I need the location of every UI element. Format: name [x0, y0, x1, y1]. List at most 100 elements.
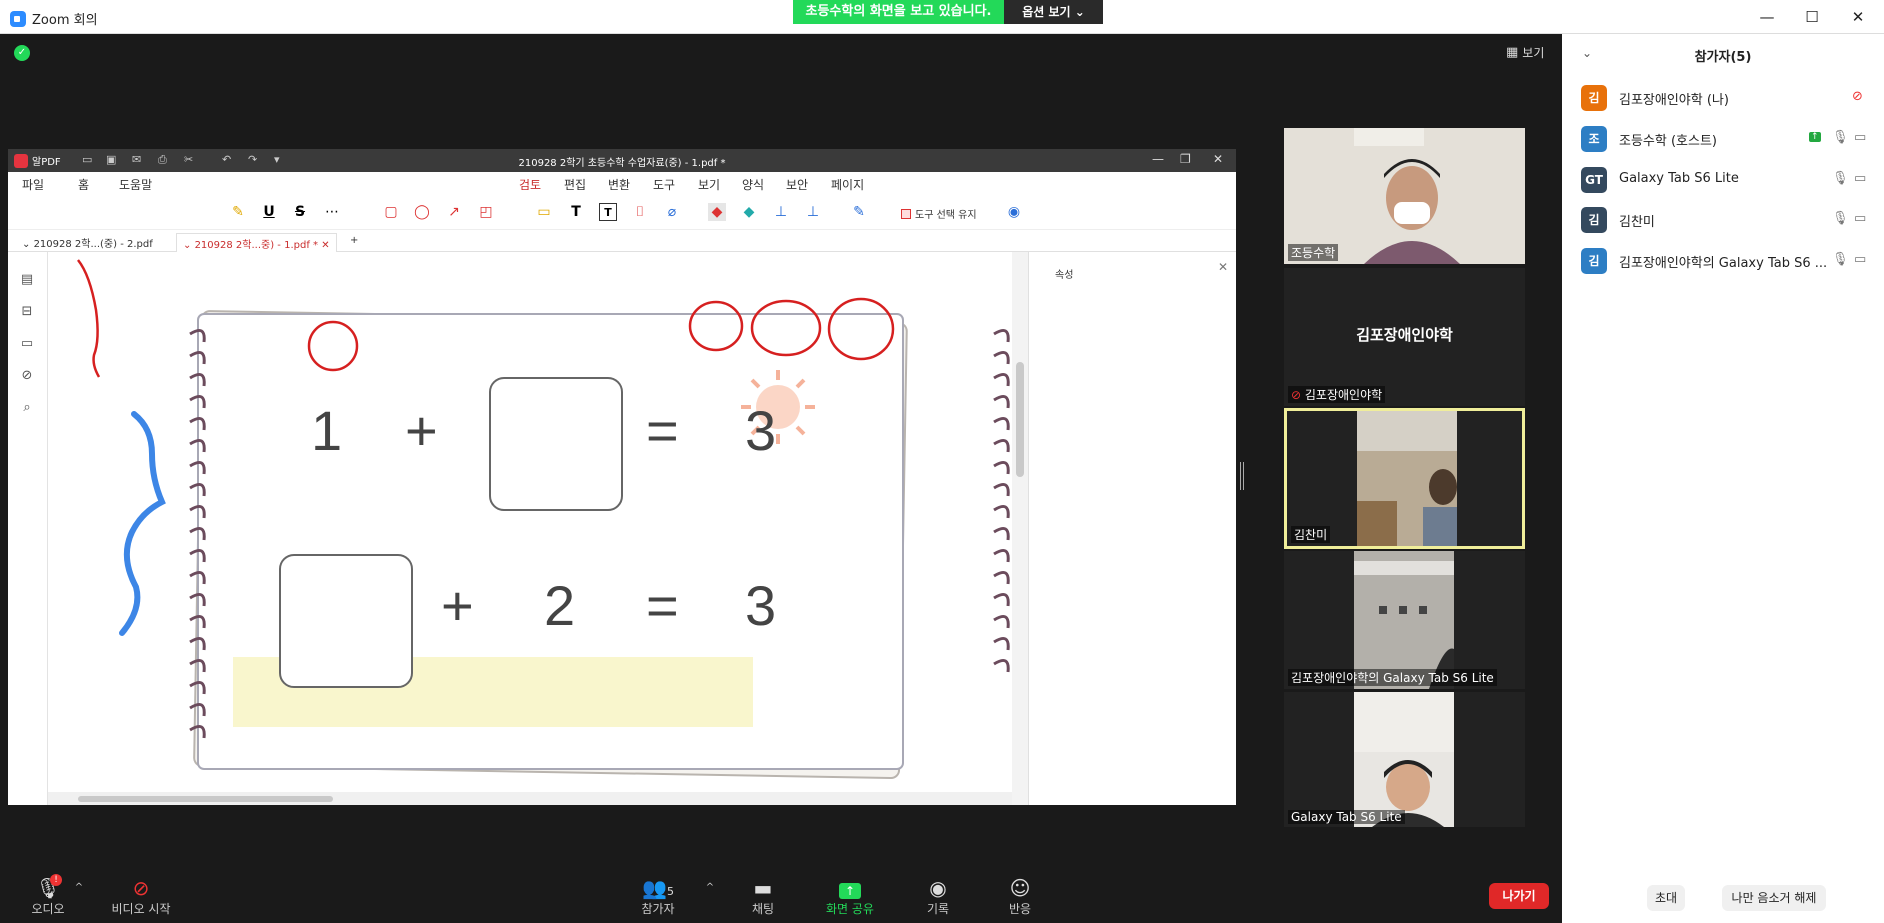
callout-icon[interactable]: ⌷ — [631, 203, 649, 221]
record-button[interactable]: ◉ 기록 — [923, 876, 953, 917]
stamp-dropdown-icon[interactable]: ⊥ — [804, 203, 822, 221]
comment-icon[interactable]: ▭ — [18, 336, 36, 352]
video-icon[interactable]: ▭ — [1854, 130, 1866, 145]
bookmark-icon[interactable]: ⊟ — [18, 304, 36, 320]
eraser-icon[interactable]: ◆ — [708, 203, 726, 221]
chat-button[interactable]: ▬ 채팅 — [748, 876, 778, 917]
eye-icon[interactable]: ◉ — [1005, 203, 1023, 221]
video-tile-name-text: 김포장애인야학 — [1304, 388, 1383, 402]
view-button[interactable]: ▦ 보기 — [1506, 44, 1544, 61]
resize-handle[interactable] — [1240, 462, 1244, 490]
mic-icon[interactable]: 🎙 — [1832, 252, 1849, 267]
pdf-minimize-icon[interactable]: — — [1152, 152, 1164, 166]
video-tile[interactable]: 조등수학 — [1284, 128, 1525, 264]
attachment-icon[interactable]: ⊘ — [18, 368, 36, 384]
keep-tool-toggle[interactable]: 도구 선택 유지 — [901, 206, 977, 221]
unmute-me-button[interactable]: 나만 음소거 해제 — [1722, 885, 1826, 911]
highlighter-icon[interactable]: ✎ — [229, 203, 247, 221]
muted-mic-icon: ⊘ — [1291, 388, 1305, 402]
participant-row[interactable]: 조 조등수학 (호스트) ↑ 🎙 ▭ — [1562, 120, 1884, 158]
video-icon[interactable]: ▭ — [1854, 171, 1866, 186]
attach-icon[interactable]: ⌀ — [663, 203, 681, 221]
participants-options-chevron-icon[interactable]: ^ — [703, 882, 717, 893]
equation2-blank-box[interactable] — [279, 554, 413, 688]
scroll-thumb[interactable] — [78, 796, 333, 802]
menu-page[interactable]: 페이지 — [831, 176, 864, 193]
keep-tool-checkbox[interactable] — [901, 208, 911, 219]
properties-title: 속성 — [1055, 270, 1074, 281]
stamp-icon[interactable]: ⊥ — [772, 203, 790, 221]
sign-icon[interactable]: ✎ — [850, 203, 868, 221]
screen-share-banner: 초등수학의 화면을 보고 있습니다. — [793, 0, 1004, 24]
equation2-plus: + — [441, 574, 474, 637]
leave-button[interactable]: 나가기 — [1489, 883, 1549, 909]
search-icon[interactable]: ⌕ — [18, 400, 36, 416]
vertical-scrollbar[interactable] — [1012, 252, 1028, 805]
properties-close-icon[interactable]: ✕ — [1218, 260, 1228, 274]
shield-icon[interactable]: ✓ — [14, 45, 30, 61]
menu-convert[interactable]: 변환 — [608, 176, 630, 193]
reactions-button[interactable]: ☺ 반응 — [1005, 876, 1035, 917]
menu-file[interactable]: 파일 — [22, 176, 44, 193]
mic-icon: 🎙! — [35, 874, 62, 900]
new-tab-icon[interactable]: + — [344, 233, 364, 252]
shape-dropdown-icon[interactable]: ◰ — [477, 203, 495, 221]
maximize-icon[interactable]: ☐ — [1797, 6, 1827, 28]
participant-row[interactable]: 김 김포장애인야학 (나) ⊘ — [1562, 79, 1884, 117]
view-options-label: 옵션 보기 — [1022, 5, 1071, 19]
video-tile[interactable]: 김포장애인야학의 Galaxy Tab S6 Lite — [1284, 551, 1525, 689]
muted-mic-icon[interactable]: ⊘ — [1852, 89, 1863, 104]
close-icon[interactable]: ✕ — [1843, 6, 1873, 28]
red-pen-stroke — [77, 259, 101, 378]
textbox-icon[interactable]: T — [599, 203, 617, 221]
audio-options-chevron-icon[interactable]: ^ — [72, 882, 86, 893]
menu-tools[interactable]: 도구 — [653, 176, 675, 193]
more-icon[interactable]: ⋯ — [323, 203, 341, 221]
video-tile[interactable]: Galaxy Tab S6 Lite — [1284, 692, 1525, 827]
video-label: 비디오 시작 — [111, 902, 171, 916]
menu-form[interactable]: 양식 — [742, 176, 764, 193]
participant-row[interactable]: GT Galaxy Tab S6 Lite 🎙 ▭ — [1562, 161, 1884, 199]
pdf-tab-active[interactable]: ⌄ 210928 2학...중) - 1.pdf * ✕ — [176, 233, 337, 252]
record-label: 기록 — [926, 902, 950, 916]
menu-home[interactable]: 홈 — [78, 176, 89, 193]
pdf-close-icon[interactable]: ✕ — [1213, 152, 1223, 166]
pdf-tab[interactable]: ⌄ 210928 2학...(중) - 2.pdf — [16, 233, 159, 252]
rectangle-icon[interactable]: ▢ — [382, 203, 400, 221]
strikethrough-icon[interactable]: S — [291, 203, 309, 221]
menu-edit[interactable]: 편집 — [564, 176, 586, 193]
video-tile-active-speaker[interactable]: 김찬미 — [1284, 408, 1525, 549]
arrow-icon[interactable]: ↗ — [445, 203, 463, 221]
video-tile[interactable]: 김포장애인야학 ⊘ 김포장애인야학 — [1284, 268, 1525, 406]
minimize-icon[interactable]: — — [1752, 6, 1782, 28]
menu-help[interactable]: 도움말 — [119, 176, 152, 193]
horizontal-scrollbar[interactable] — [48, 792, 1012, 805]
underline-icon[interactable]: U — [260, 203, 278, 221]
mic-icon[interactable]: 🎙 — [1832, 171, 1849, 186]
mic-icon[interactable]: 🎙 — [1832, 130, 1849, 145]
participants-button[interactable]: 👥5 참가자 — [638, 876, 678, 917]
scroll-thumb[interactable] — [1016, 362, 1024, 477]
tab-close-icon[interactable]: ✕ — [321, 240, 329, 251]
menu-security[interactable]: 보안 — [786, 176, 808, 193]
equation1-blank-box[interactable] — [489, 377, 623, 511]
video-tile-name: ⊘ 김포장애인야학 — [1288, 386, 1386, 403]
view-options-button[interactable]: 옵션 보기 ⌄ — [1004, 0, 1103, 24]
share-screen-button[interactable]: ↑ 화면 공유 — [822, 876, 878, 917]
invite-button[interactable]: 초대 — [1647, 885, 1685, 911]
mic-icon[interactable]: 🎙 — [1832, 211, 1849, 226]
video-icon[interactable]: ▭ — [1854, 252, 1866, 267]
participant-row[interactable]: 김 김포장애인야학의 Galaxy Tab S6 ... 🎙 ▭ — [1562, 242, 1884, 280]
thumbnail-icon[interactable]: ▤ — [18, 272, 36, 288]
reactions-label: 반응 — [1008, 902, 1032, 916]
participant-row[interactable]: 김 김찬미 🎙 ▭ — [1562, 201, 1884, 239]
eraser2-icon[interactable]: ◆ — [740, 203, 758, 221]
start-video-button[interactable]: ⊘ 비디오 시작 — [106, 876, 176, 917]
ellipse-icon[interactable]: ◯ — [413, 203, 431, 221]
audio-button[interactable]: 🎙! 오디오 — [28, 874, 68, 917]
video-icon[interactable]: ▭ — [1854, 211, 1866, 226]
text-icon[interactable]: T — [567, 203, 585, 221]
note-icon[interactable]: ▭ — [535, 203, 553, 221]
pdf-restore-icon[interactable]: ❐ — [1180, 152, 1191, 166]
menu-view[interactable]: 보기 — [698, 176, 720, 193]
